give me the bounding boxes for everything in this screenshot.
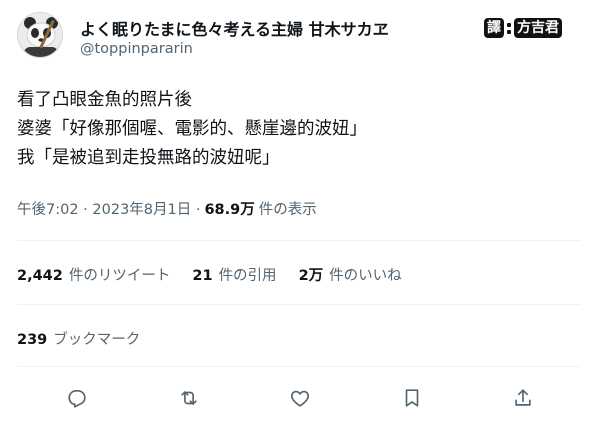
likes-stat[interactable]: 2万 件のいいね	[299, 264, 402, 285]
tweet-line: 看了凸眼金魚的照片後	[17, 90, 192, 110]
retweet-button[interactable]	[172, 381, 206, 415]
divider	[17, 240, 581, 241]
tweet-line: 我「是被追到走投無路的波妞呢」	[17, 148, 280, 168]
views-label: 件の表示	[258, 202, 317, 218]
avatar-image	[18, 13, 62, 57]
bookmarks-stat[interactable]: 239 ブックマーク	[17, 328, 140, 349]
retweet-icon	[180, 391, 197, 405]
bookmark-icon	[405, 389, 418, 407]
user-handle[interactable]: @toppinpararin	[80, 41, 193, 57]
views-count: 68.9万	[204, 202, 255, 218]
action-bar	[60, 381, 540, 415]
tweet-meta: 午後7:02 · 2023年8月1日 · 68.9万 件の表示	[17, 198, 317, 219]
avatar[interactable]	[17, 12, 63, 58]
retweets-count: 2,442	[17, 268, 63, 284]
translator-stamp: 譯 方吉君	[484, 16, 562, 40]
bookmark-button[interactable]	[395, 381, 429, 415]
retweets-stat[interactable]: 2,442 件のリツイート	[17, 264, 170, 285]
likes-count: 2万	[298, 268, 324, 284]
display-name[interactable]: よく眠りたまに色々考える主婦 甘木サカヱ	[80, 16, 389, 40]
reply-icon	[68, 390, 86, 408]
divider	[17, 366, 581, 367]
like-button[interactable]	[283, 381, 317, 415]
share-button[interactable]	[506, 381, 540, 415]
quotes-stat[interactable]: 21 件の引用	[192, 264, 276, 285]
bookmarks-count: 239	[17, 332, 48, 348]
like-icon	[290, 390, 310, 407]
share-icon	[515, 389, 531, 406]
stamp-separator	[506, 20, 512, 36]
timestamp[interactable]: 午後7:02 · 2023年8月1日 ·	[17, 198, 200, 219]
retweets-label: 件のリツイート	[68, 268, 171, 284]
engagement-stats: 2,442 件のリツイート 21 件の引用 2万 件のいいね	[17, 264, 402, 285]
likes-label: 件のいいね	[329, 268, 402, 284]
tweet-text: 看了凸眼金魚的照片後 婆婆「好像那個喔、電影的、懸崖邊的波妞」 我「是被追到走投…	[17, 86, 577, 173]
bookmarks-label: ブックマーク	[53, 332, 141, 348]
divider	[17, 304, 581, 305]
stamp-left: 譯	[484, 18, 504, 38]
quotes-label: 件の引用	[218, 268, 277, 284]
stamp-right: 方吉君	[514, 18, 562, 38]
tweet-line: 婆婆「好像那個喔、電影的、懸崖邊的波妞」	[17, 119, 367, 139]
quotes-count: 21	[192, 268, 213, 284]
reply-button[interactable]	[60, 381, 94, 415]
